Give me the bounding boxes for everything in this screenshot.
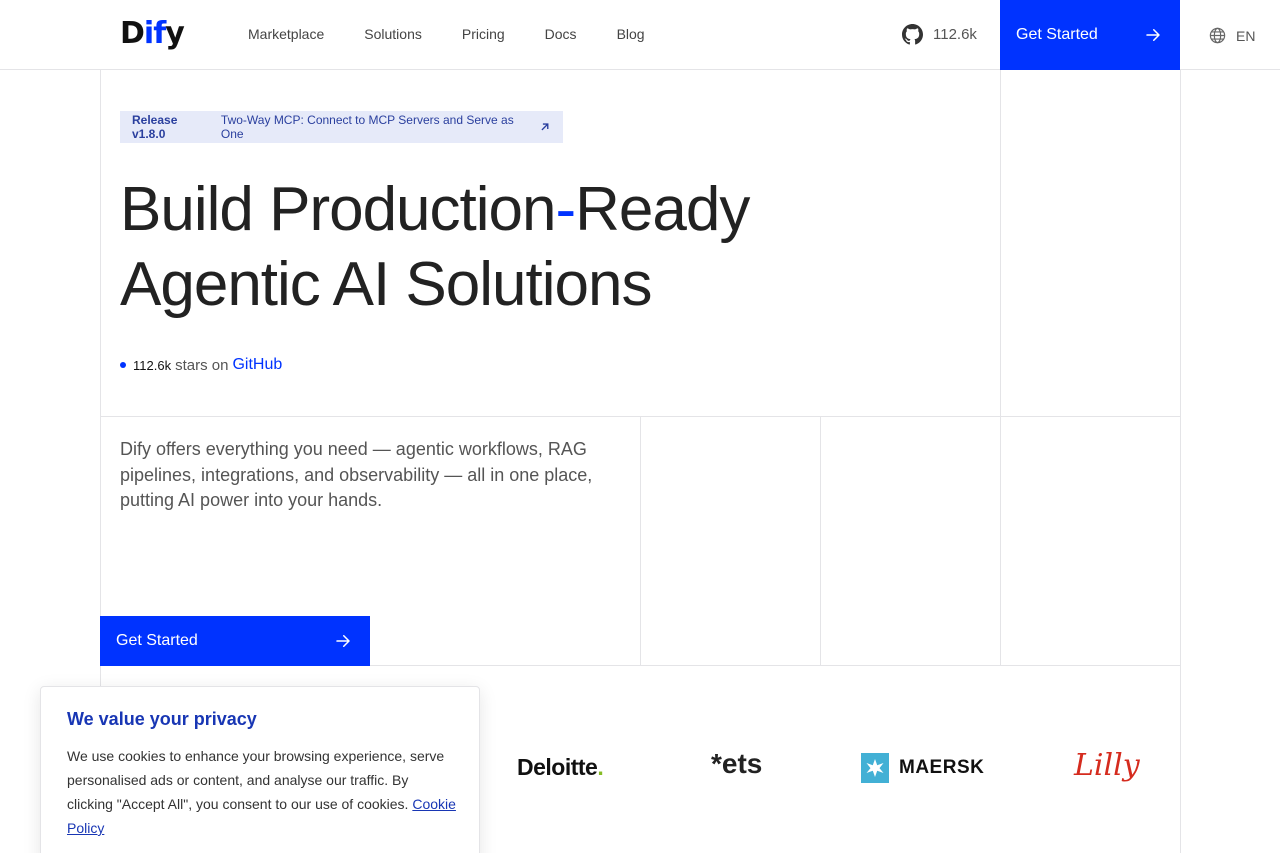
cookie-consent-banner: We value your privacy We use cookies to …: [40, 686, 480, 853]
github-link[interactable]: GitHub: [232, 356, 282, 374]
site-header: Dify Marketplace Solutions Pricing Docs …: [0, 0, 1280, 70]
hero-title-line1-b: Ready: [575, 175, 750, 244]
release-version: Release v1.8.0: [132, 113, 178, 141]
release-badge[interactable]: Release v1.8.0 Two-Way MCP: Connect to M…: [120, 111, 563, 143]
stars-line: 112.6k stars on GitHub: [120, 356, 282, 374]
get-started-button[interactable]: Get Started: [100, 616, 370, 666]
cookie-title: We value your privacy: [67, 709, 257, 729]
grid-line: [1180, 70, 1181, 853]
maersk-text: MAERSK: [899, 757, 985, 778]
ets-logo: *ets: [711, 748, 762, 780]
get-started-label: Get Started: [116, 632, 198, 649]
hero-description: Dify offers everything you need — agenti…: [120, 439, 593, 510]
nav-marketplace[interactable]: Marketplace: [248, 26, 324, 42]
github-stars-link[interactable]: 112.6k: [902, 24, 977, 45]
ets-text: *ets: [711, 748, 763, 779]
grid-line: [100, 416, 1180, 417]
logo-text-d: D: [120, 16, 145, 51]
language-label: EN: [1236, 27, 1256, 44]
hero-title-dash: -: [555, 175, 577, 244]
hero-title: Build Production-Ready Agentic AI Soluti…: [120, 172, 750, 322]
dify-logo[interactable]: Dify: [120, 16, 185, 51]
header-get-started-button[interactable]: Get Started: [1000, 0, 1180, 70]
grid-line: [640, 416, 641, 666]
lilly-text: Lilly: [1074, 748, 1140, 783]
arrow-right-icon: [336, 635, 350, 647]
stars-count: 112.6k: [133, 357, 172, 373]
stars-text: stars on: [175, 356, 229, 374]
nav-pricing[interactable]: Pricing: [462, 26, 505, 42]
deloitte-logo: Deloitte.: [517, 754, 604, 781]
github-icon: [902, 24, 923, 45]
main-nav: Marketplace Solutions Pricing Docs Blog: [248, 26, 645, 42]
globe-icon: [1209, 27, 1226, 44]
header-get-started-label: Get Started: [1016, 26, 1098, 43]
bullet-dot: [120, 362, 126, 368]
deloitte-text: Deloitte: [517, 754, 598, 780]
logo-text-if: if: [143, 16, 166, 51]
nav-solutions[interactable]: Solutions: [364, 26, 422, 42]
logo-text-y: y: [165, 16, 185, 51]
language-selector[interactable]: EN: [1208, 26, 1255, 45]
nav-docs[interactable]: Docs: [545, 26, 577, 42]
grid-line: [1000, 70, 1001, 666]
maersk-star-icon: [861, 753, 889, 783]
arrow-right-icon: [1146, 29, 1160, 41]
external-arrow-icon: [541, 123, 549, 131]
deloitte-dot: .: [597, 754, 604, 780]
hero-title-line2: Agentic AI Solutions: [120, 250, 652, 319]
grid-line: [820, 416, 821, 666]
lilly-logo: Lilly: [1074, 748, 1140, 783]
github-stars-count: 112.6k: [933, 26, 977, 43]
cookie-body-text: We use cookies to enhance your browsing …: [67, 748, 445, 812]
release-text: Two-Way MCP: Connect to MCP Servers and …: [220, 113, 514, 141]
cookie-body: We use cookies to enhance your browsing …: [67, 744, 457, 840]
hero-title-line1-a: Build Production: [120, 175, 556, 244]
nav-blog[interactable]: Blog: [617, 26, 645, 42]
maersk-logo: MAERSK: [861, 753, 984, 783]
